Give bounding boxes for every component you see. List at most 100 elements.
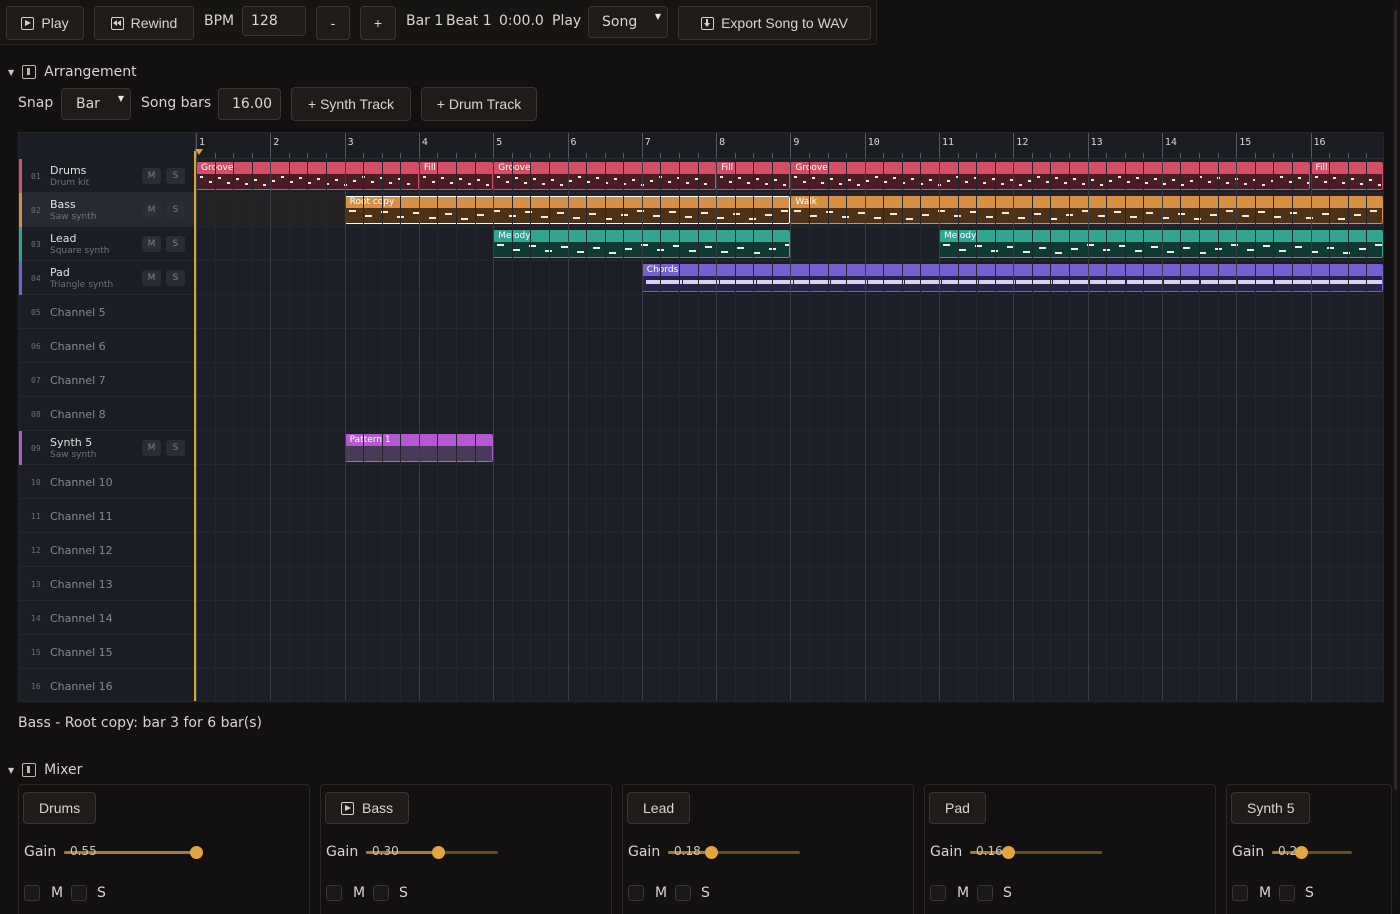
bpm-input[interactable]: 128 [242,6,306,36]
gain-slider-knob[interactable] [705,846,719,859]
track-solo-button[interactable]: S [166,168,185,184]
track-number: 12 [31,546,41,555]
bpm-increase-button[interactable]: + [360,6,396,40]
note-mark [756,280,793,284]
track-solo-button[interactable]: S [166,236,185,252]
mute-checkbox[interactable] [930,885,946,901]
rewind-button[interactable]: Rewind [94,6,194,40]
track-number: 04 [31,274,41,283]
export-icon [701,16,715,30]
mixer-channel-button[interactable]: Bass [325,792,410,824]
track-solo-button[interactable]: S [166,202,185,218]
track-header[interactable]: 11 Channel 11 [19,499,196,533]
snap-select[interactable]: Bar ▼ [61,88,131,120]
mixer-channel-button[interactable]: Lead [627,792,691,824]
arrangement-section-header[interactable]: ▼ Arrangement [8,64,137,80]
play-mode-select[interactable]: Song ▼ [588,6,668,38]
mute-label: M [957,885,970,901]
gain-slider-knob[interactable] [190,846,203,859]
mixer-section-header[interactable]: ▼ Mixer [8,762,82,778]
mixer-channel-button[interactable]: Drums [23,792,97,824]
track-header[interactable]: 10 Channel 10 [19,465,196,499]
grid-line [1069,159,1071,701]
track-mute-button[interactable]: M [142,236,161,252]
grid-line [307,159,309,701]
bar-ruler[interactable]: 1 2 3 4 5 6 7 8 9 10 11 12 13 14 15 16 [196,133,1383,159]
note-mark [700,212,708,214]
track-header[interactable]: 02 Bass Saw synth M S [19,193,196,227]
grid-line [251,159,253,701]
dropdown-arrow-icon: ▼ [654,12,661,21]
note-mark [1210,214,1218,216]
bpm-decrease-button[interactable]: - [316,6,350,40]
track-color-stripe [19,193,22,227]
track-header[interactable]: 16 Channel 16 [19,669,196,701]
track-mute-button[interactable]: M [142,202,161,218]
track-header[interactable]: 01 Drums Drum kit M S [19,159,196,193]
track-header[interactable]: 12 Channel 12 [19,533,196,567]
gain-slider-knob[interactable] [1002,846,1016,859]
page-scrollbar-thumb[interactable] [1394,10,1397,790]
ruler-tick [994,153,996,158]
note-mark [540,216,548,218]
note-mark [281,176,284,178]
note-mark [716,217,724,219]
ruler-tick [1050,153,1052,158]
solo-checkbox[interactable] [373,885,389,901]
track-mute-button[interactable]: M [142,168,161,184]
solo-checkbox[interactable] [1279,885,1295,901]
note-mark [1039,247,1046,249]
solo-checkbox[interactable] [977,885,993,901]
mute-checkbox[interactable] [24,885,40,901]
grid-line [530,159,532,701]
track-mute-button[interactable]: M [142,270,161,286]
export-wav-button[interactable]: Export Song to WAV [678,6,871,40]
solo-checkbox[interactable] [71,885,87,901]
add-synth-track-button[interactable]: + Synth Track [291,87,411,121]
track-color-stripe [19,261,22,295]
note-mark [668,211,676,213]
play-icon [341,801,354,815]
arrangement-grid[interactable]: 01 Drums Drum kit M S 02 Bass Saw synth M S 03 Lead… [18,132,1384,702]
playhead-marker-icon[interactable] [195,149,203,155]
track-header[interactable]: 13 Channel 13 [19,567,196,601]
track-header[interactable]: 07 Channel 7 [19,363,196,397]
add-drum-track-button[interactable]: + Drum Track [421,87,537,121]
note-mark [866,180,870,182]
note-mark [506,181,510,183]
track-solo-button[interactable]: S [166,270,185,286]
note-mark [1130,216,1138,218]
track-header[interactable]: 09 Synth 5 Saw synth M S [19,431,196,465]
grid-line [660,159,662,701]
track-header[interactable]: 15 Channel 15 [19,635,196,669]
ruler-tick [1199,153,1201,158]
gain-slider-knob[interactable] [1295,846,1309,859]
solo-checkbox[interactable] [675,885,691,901]
ruler-tick [678,153,680,158]
song-bars-input[interactable]: 16.00 [218,88,281,120]
track-header[interactable]: 06 Channel 6 [19,329,196,363]
grid-line [734,159,736,701]
track-header[interactable]: 08 Channel 8 [19,397,196,431]
track-header[interactable]: 04 Pad Triangle synth M S [19,261,196,295]
track-name: Pad [50,266,70,279]
gain-slider-knob[interactable] [432,846,445,859]
note-mark [983,182,987,184]
track-header[interactable]: 14 Channel 14 [19,601,196,635]
mute-checkbox[interactable] [326,885,342,901]
track-header[interactable]: 05 Channel 5 [19,295,196,329]
ruler-tick [1106,153,1108,158]
ruler-bar-number: 5 [496,137,503,148]
mute-checkbox[interactable] [1232,885,1248,901]
ruler-tick [623,153,625,158]
track-name: Channel 12 [50,544,113,557]
play-button[interactable]: Play [6,6,84,40]
track-mute-button[interactable]: M [142,440,161,456]
mute-checkbox[interactable] [628,885,644,901]
grid-line [493,159,495,701]
track-solo-button[interactable]: S [166,440,185,456]
grid-line [548,159,550,701]
track-header[interactable]: 03 Lead Square synth M S [19,227,196,261]
mixer-channel-button[interactable]: Pad [929,792,986,824]
mixer-channel-button[interactable]: Synth 5 [1231,792,1311,824]
